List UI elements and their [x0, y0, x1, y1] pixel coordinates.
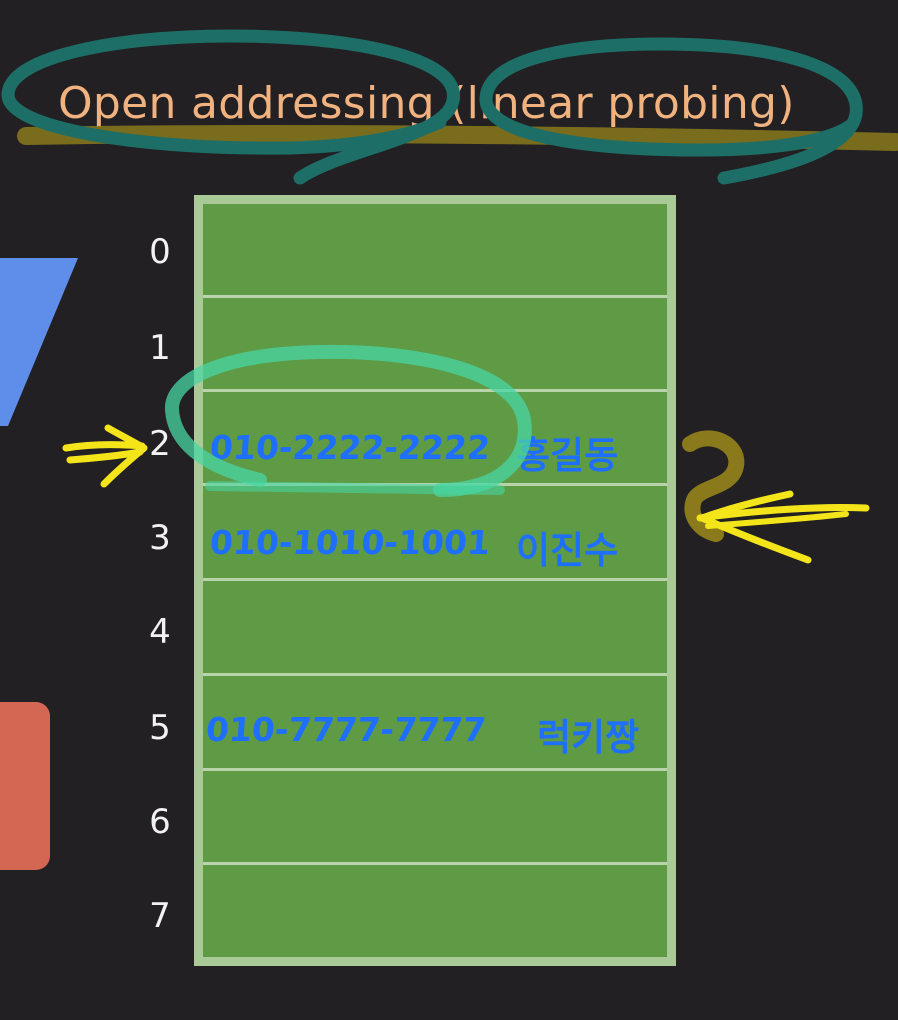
title-underline-stroke — [17, 125, 898, 151]
slot-index-1: 1 — [149, 328, 171, 368]
squiggle-mark — [682, 430, 745, 542]
arrow-to-slot-3-icon — [696, 490, 870, 564]
slot-5-name: 럭키짱 — [537, 716, 640, 759]
slot-index-0: 0 — [149, 232, 171, 272]
slot-3-phone: 010-1010-1001 — [208, 523, 492, 562]
hash-table — [194, 195, 676, 966]
slot-3-name: 이진수 — [516, 529, 619, 572]
slot-index-2: 2 — [149, 424, 171, 464]
hash-slot-1 — [203, 298, 667, 392]
slot-5-phone: 010-7777-7777 — [204, 710, 488, 749]
red-rounded-shape — [0, 702, 50, 870]
hash-slot-6 — [203, 771, 667, 865]
slot-2-name: 홍길동 — [516, 434, 619, 477]
slot-index-4: 4 — [149, 612, 171, 652]
hash-slot-4 — [203, 581, 667, 675]
slot-index-5: 5 — [149, 708, 171, 748]
hash-slot-7 — [203, 865, 667, 959]
slot-index-7: 7 — [149, 896, 171, 936]
slot-2-phone: 010-2222-2222 — [208, 428, 492, 467]
slot-index-3: 3 — [149, 518, 171, 558]
slot-index-6: 6 — [149, 802, 171, 842]
diagram-title: Open addressing (linear probing) — [58, 78, 795, 129]
blue-trapezoid-shape — [0, 258, 78, 426]
hash-slot-0 — [203, 204, 667, 298]
